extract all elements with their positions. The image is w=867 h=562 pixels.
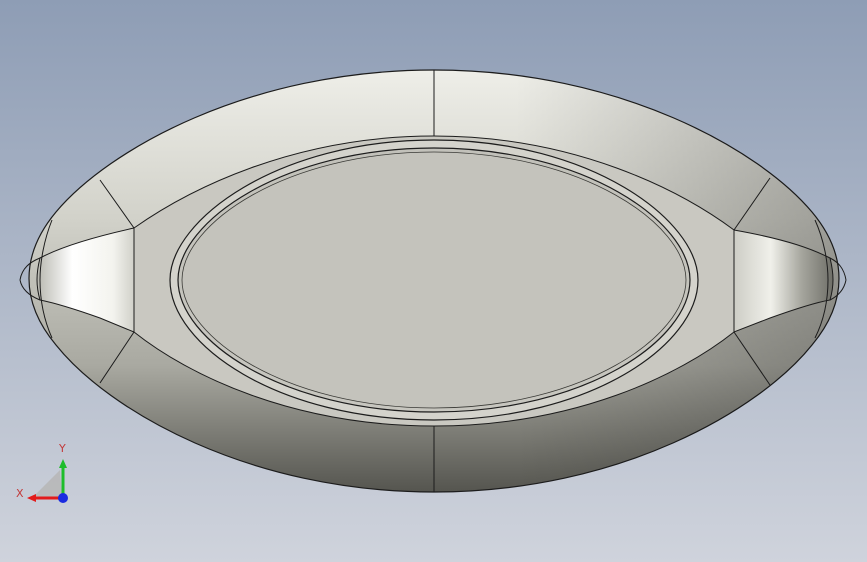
y-axis-label: Y: [59, 442, 66, 455]
graphics-viewport[interactable]: X Y: [0, 0, 867, 562]
origin-dot-icon: [58, 493, 68, 503]
x-axis-label: X: [16, 487, 24, 500]
model-scene[interactable]: [0, 0, 867, 562]
